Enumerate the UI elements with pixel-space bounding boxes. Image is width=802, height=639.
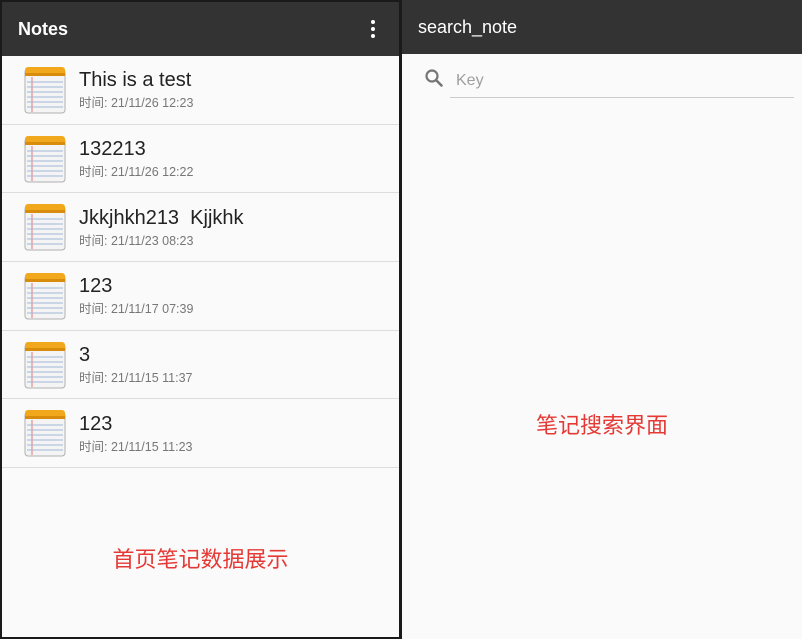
note-list-item[interactable]: 123 时间: 21/11/15 11:23	[2, 399, 399, 469]
note-list-item[interactable]: This is a test 时间: 21/11/26 12:23	[2, 56, 399, 125]
note-list-item[interactable]: 132213 时间: 21/11/26 12:22	[2, 125, 399, 194]
note-title: 132213	[79, 138, 146, 161]
search-icon	[425, 69, 443, 87]
note-timestamp: 时间: 21/11/26 12:22	[79, 165, 194, 180]
home-caption: 首页笔记数据展示	[112, 548, 289, 573]
note-title: 3	[79, 344, 91, 367]
notepad-icon	[24, 204, 66, 251]
search-app-bar: search_note	[402, 0, 802, 54]
more-vert-icon[interactable]	[363, 17, 383, 41]
search-input[interactable]	[450, 64, 794, 98]
note-text: 132213 时间: 21/11/26 12:22	[79, 137, 193, 180]
note-text: 123 时间: 21/11/17 07:39	[79, 274, 193, 317]
notes-home-screen: Notes This is a test 时间: 21/11/26 12:23 …	[0, 0, 402, 639]
note-list-item[interactable]: 123 时间: 21/11/17 07:39	[2, 262, 399, 331]
search-title: search_note	[418, 16, 518, 37]
notepad-icon	[24, 410, 66, 457]
note-text: Jkkjhkh213 Kjjkhk 时间: 21/11/23 08:23	[79, 206, 244, 249]
search-screen: search_note 笔记搜索界面	[402, 0, 802, 639]
note-timestamp: 时间: 21/11/15 11:37	[79, 371, 193, 386]
note-title: This is a test	[79, 69, 192, 92]
note-text: 123 时间: 21/11/15 11:23	[79, 412, 193, 455]
notes-title: Notes	[18, 18, 69, 39]
note-title: 123	[79, 275, 113, 298]
note-timestamp: 时间: 21/11/15 11:23	[79, 439, 193, 454]
search-bar	[402, 54, 802, 104]
notepad-icon	[24, 135, 66, 183]
notepad-icon	[24, 272, 66, 320]
note-title: 123	[79, 412, 113, 435]
notes-app-bar: Notes	[2, 2, 399, 56]
note-list-item[interactable]: Jkkjhkh213 Kjjkhk 时间: 21/11/23 08:23	[2, 193, 399, 263]
note-timestamp: 时间: 21/11/23 08:23	[79, 233, 194, 248]
note-text: 3 时间: 21/11/15 11:37	[79, 343, 193, 386]
note-timestamp: 时间: 21/11/17 07:39	[79, 302, 194, 317]
note-title: Jkkjhkh213 Kjjkhk	[79, 206, 244, 229]
notepad-icon	[24, 66, 66, 114]
note-text: This is a test 时间: 21/11/26 12:23	[79, 68, 193, 111]
note-list: This is a test 时间: 21/11/26 12:23 132213…	[2, 56, 399, 469]
note-timestamp: 时间: 21/11/26 12:23	[79, 96, 194, 111]
screenshot-stage: Notes This is a test 时间: 21/11/26 12:23 …	[0, 0, 802, 639]
note-list-item[interactable]: 3 时间: 21/11/15 11:37	[2, 331, 399, 400]
notepad-icon	[24, 341, 66, 389]
search-caption: 笔记搜索界面	[535, 414, 668, 439]
